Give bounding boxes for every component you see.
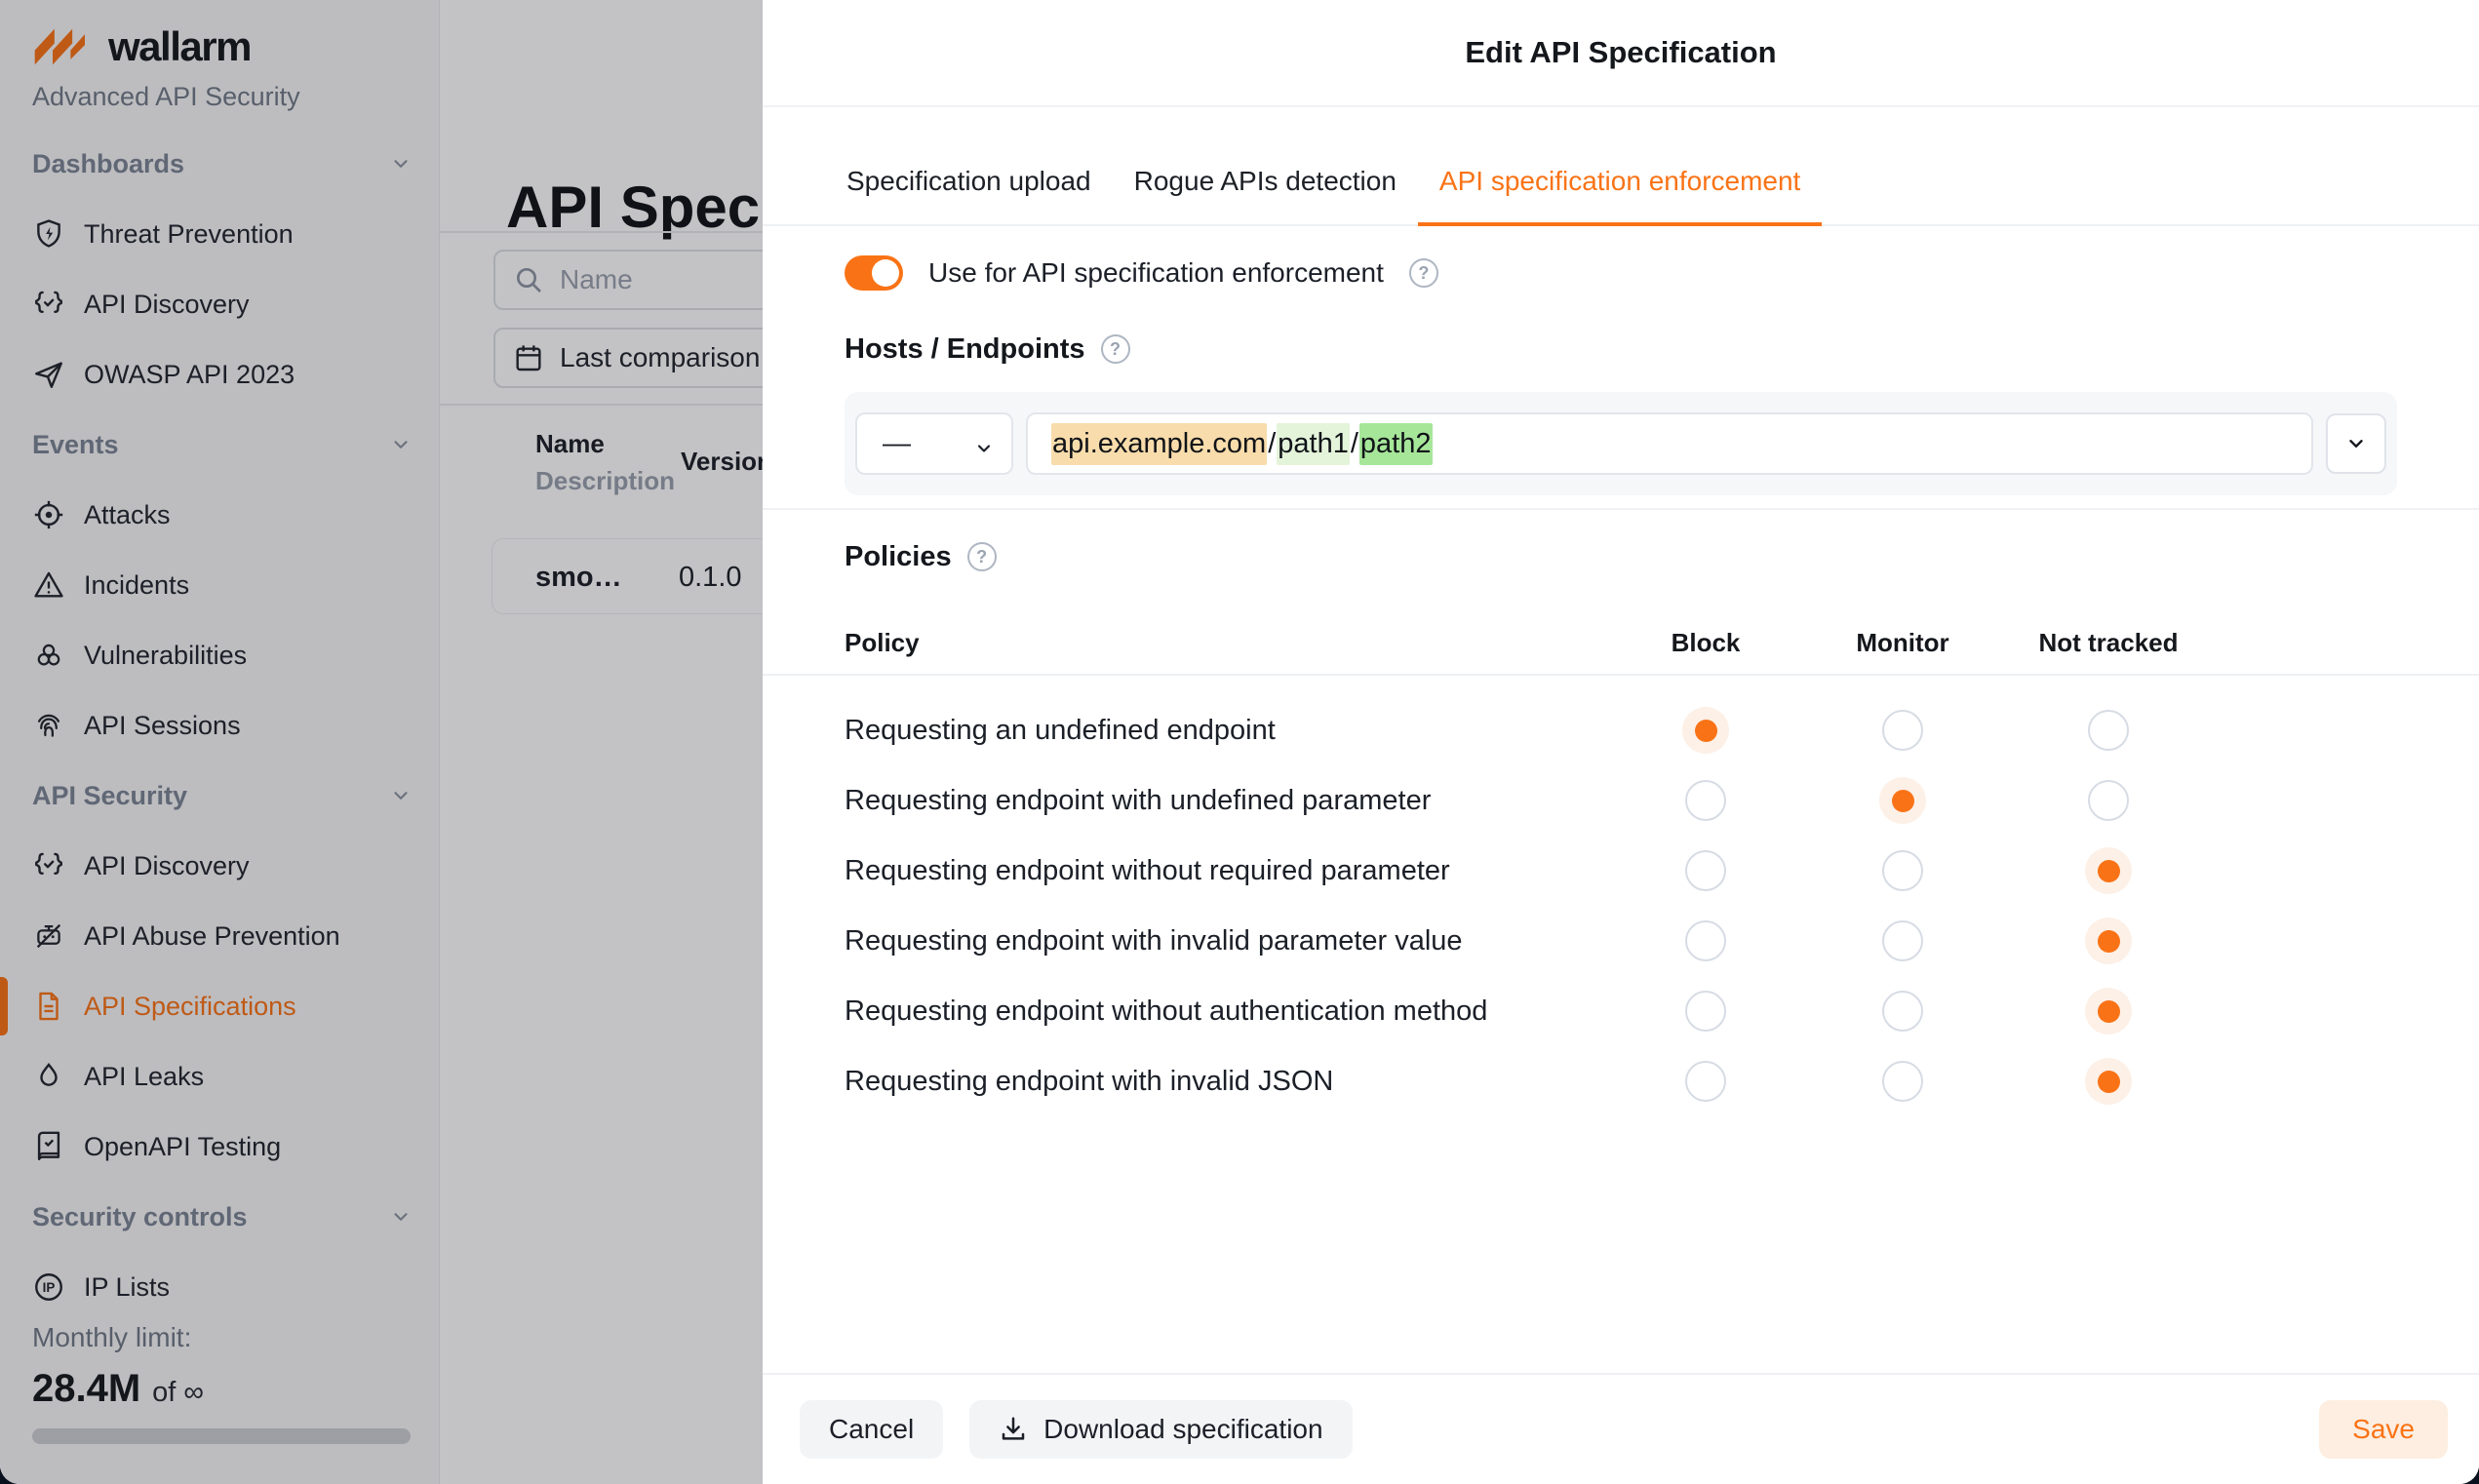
policy-row: Requesting an undefined endpoint bbox=[845, 695, 2397, 765]
method-select[interactable]: — bbox=[855, 412, 1013, 475]
download-label: Download specification bbox=[1043, 1414, 1322, 1445]
expand-row-button[interactable] bbox=[2326, 413, 2386, 474]
divider bbox=[763, 508, 2479, 510]
policy-label: Requesting endpoint without authenticati… bbox=[845, 996, 1607, 1028]
tab-api-specification-enforcement[interactable]: API specification enforcement bbox=[1418, 166, 1822, 226]
app-window: wallarm Advanced API Security Dashboards… bbox=[0, 0, 2479, 1484]
policy-label: Requesting an undefined endpoint bbox=[845, 715, 1607, 747]
host-path-segment: / bbox=[1350, 423, 1359, 465]
policy-row: Requesting endpoint with undefined param… bbox=[845, 765, 2397, 836]
modal-footer: Cancel Download specification Save bbox=[763, 1373, 2479, 1484]
radio-block[interactable] bbox=[1685, 1061, 1726, 1102]
radio-monitor[interactable] bbox=[1879, 777, 1926, 824]
cancel-button[interactable]: Cancel bbox=[800, 1400, 943, 1459]
host-path-segment: path2 bbox=[1359, 423, 1433, 465]
radio-block[interactable] bbox=[1685, 850, 1726, 891]
policy-row: Requesting endpoint without required par… bbox=[845, 836, 2397, 906]
download-icon bbox=[999, 1415, 1028, 1444]
column-block: Block bbox=[1607, 628, 1804, 658]
host-path-segment: path1 bbox=[1277, 423, 1350, 465]
radio-not-tracked[interactable] bbox=[2085, 1058, 2132, 1105]
modal-body: Use for API specification enforcement Ho… bbox=[763, 226, 2479, 1373]
policies-label: Policies bbox=[845, 541, 952, 573]
enforcement-toggle-label: Use for API specification enforcement bbox=[928, 257, 1384, 289]
help-icon[interactable] bbox=[967, 542, 997, 571]
help-icon[interactable] bbox=[1101, 334, 1130, 364]
host-endpoint-row: — api.example.com/path1/path2 bbox=[845, 392, 2397, 495]
chevron-down-icon bbox=[974, 434, 994, 453]
radio-not-tracked[interactable] bbox=[2085, 988, 2132, 1035]
radio-block[interactable] bbox=[1682, 707, 1729, 754]
policy-row: Requesting endpoint with invalid JSON bbox=[845, 1046, 2397, 1116]
radio-block[interactable] bbox=[1685, 920, 1726, 961]
modal-title: Edit API Specification bbox=[1465, 35, 1776, 70]
download-specification-button[interactable]: Download specification bbox=[969, 1400, 1352, 1459]
radio-monitor[interactable] bbox=[1882, 991, 1923, 1032]
modal-header: Edit API Specification bbox=[763, 0, 2479, 107]
radio-not-tracked[interactable] bbox=[2088, 710, 2129, 751]
column-monitor: Monitor bbox=[1804, 628, 2001, 658]
radio-monitor[interactable] bbox=[1882, 920, 1923, 961]
edit-api-specification-modal: Edit API Specification Specification upl… bbox=[763, 0, 2479, 1484]
policy-label: Requesting endpoint with undefined param… bbox=[845, 785, 1607, 817]
policy-label: Requesting endpoint with invalid paramet… bbox=[845, 925, 1607, 957]
save-button[interactable]: Save bbox=[2319, 1400, 2448, 1459]
radio-not-tracked[interactable] bbox=[2085, 847, 2132, 894]
column-policy: Policy bbox=[845, 628, 1607, 658]
method-select-value: — bbox=[883, 428, 911, 460]
radio-monitor[interactable] bbox=[1882, 850, 1923, 891]
tab-rogue-apis-detection[interactable]: Rogue APIs detection bbox=[1113, 166, 1418, 224]
policy-row: Requesting endpoint without authenticati… bbox=[845, 976, 2397, 1046]
host-path-segment: / bbox=[1267, 423, 1277, 465]
radio-monitor[interactable] bbox=[1882, 710, 1923, 751]
enforcement-toggle[interactable] bbox=[845, 255, 903, 291]
tab-specification-upload[interactable]: Specification upload bbox=[825, 166, 1113, 224]
policy-list: Requesting an undefined endpoint Request… bbox=[845, 676, 2397, 1116]
radio-block[interactable] bbox=[1685, 991, 1726, 1032]
radio-block[interactable] bbox=[1685, 780, 1726, 821]
policy-label: Requesting endpoint without required par… bbox=[845, 855, 1607, 887]
radio-not-tracked[interactable] bbox=[2088, 780, 2129, 821]
modal-tabs: Specification uploadRogue APIs detection… bbox=[763, 107, 2479, 226]
help-icon[interactable] bbox=[1409, 258, 1438, 288]
policy-label: Requesting endpoint with invalid JSON bbox=[845, 1066, 1607, 1098]
chevron-down-icon bbox=[2345, 433, 2367, 454]
toggle-knob bbox=[872, 259, 899, 287]
radio-monitor[interactable] bbox=[1882, 1061, 1923, 1102]
column-not-tracked: Not tracked bbox=[2001, 628, 2216, 658]
policy-table-header: Policy Block Monitor Not tracked bbox=[845, 611, 2397, 674]
host-endpoint-input[interactable]: api.example.com/path1/path2 bbox=[1026, 412, 2313, 475]
host-path-segment: api.example.com bbox=[1051, 423, 1267, 465]
policy-row: Requesting endpoint with invalid paramet… bbox=[845, 906, 2397, 976]
hosts-endpoints-label: Hosts / Endpoints bbox=[845, 333, 1085, 366]
radio-not-tracked[interactable] bbox=[2085, 918, 2132, 964]
